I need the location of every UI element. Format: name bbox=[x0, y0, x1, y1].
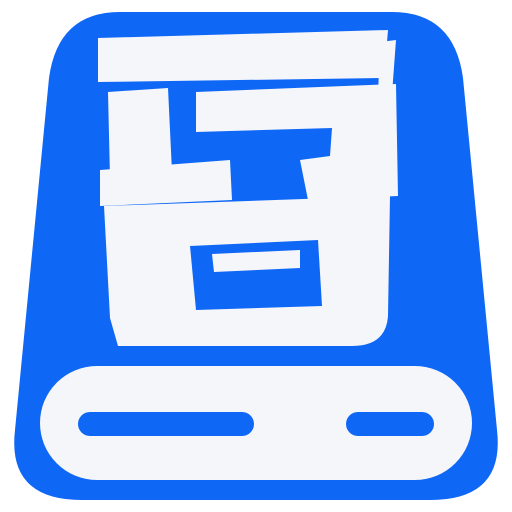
glyph-mouth-inner bbox=[190, 240, 322, 310]
drive-app-icon bbox=[14, 12, 498, 500]
drive-slot-short bbox=[346, 412, 434, 436]
app-icon-canvas bbox=[0, 0, 512, 512]
drive-slot-long bbox=[78, 412, 254, 436]
glyph-top-bar bbox=[98, 30, 388, 82]
glyph-left-stroke bbox=[108, 88, 172, 178]
